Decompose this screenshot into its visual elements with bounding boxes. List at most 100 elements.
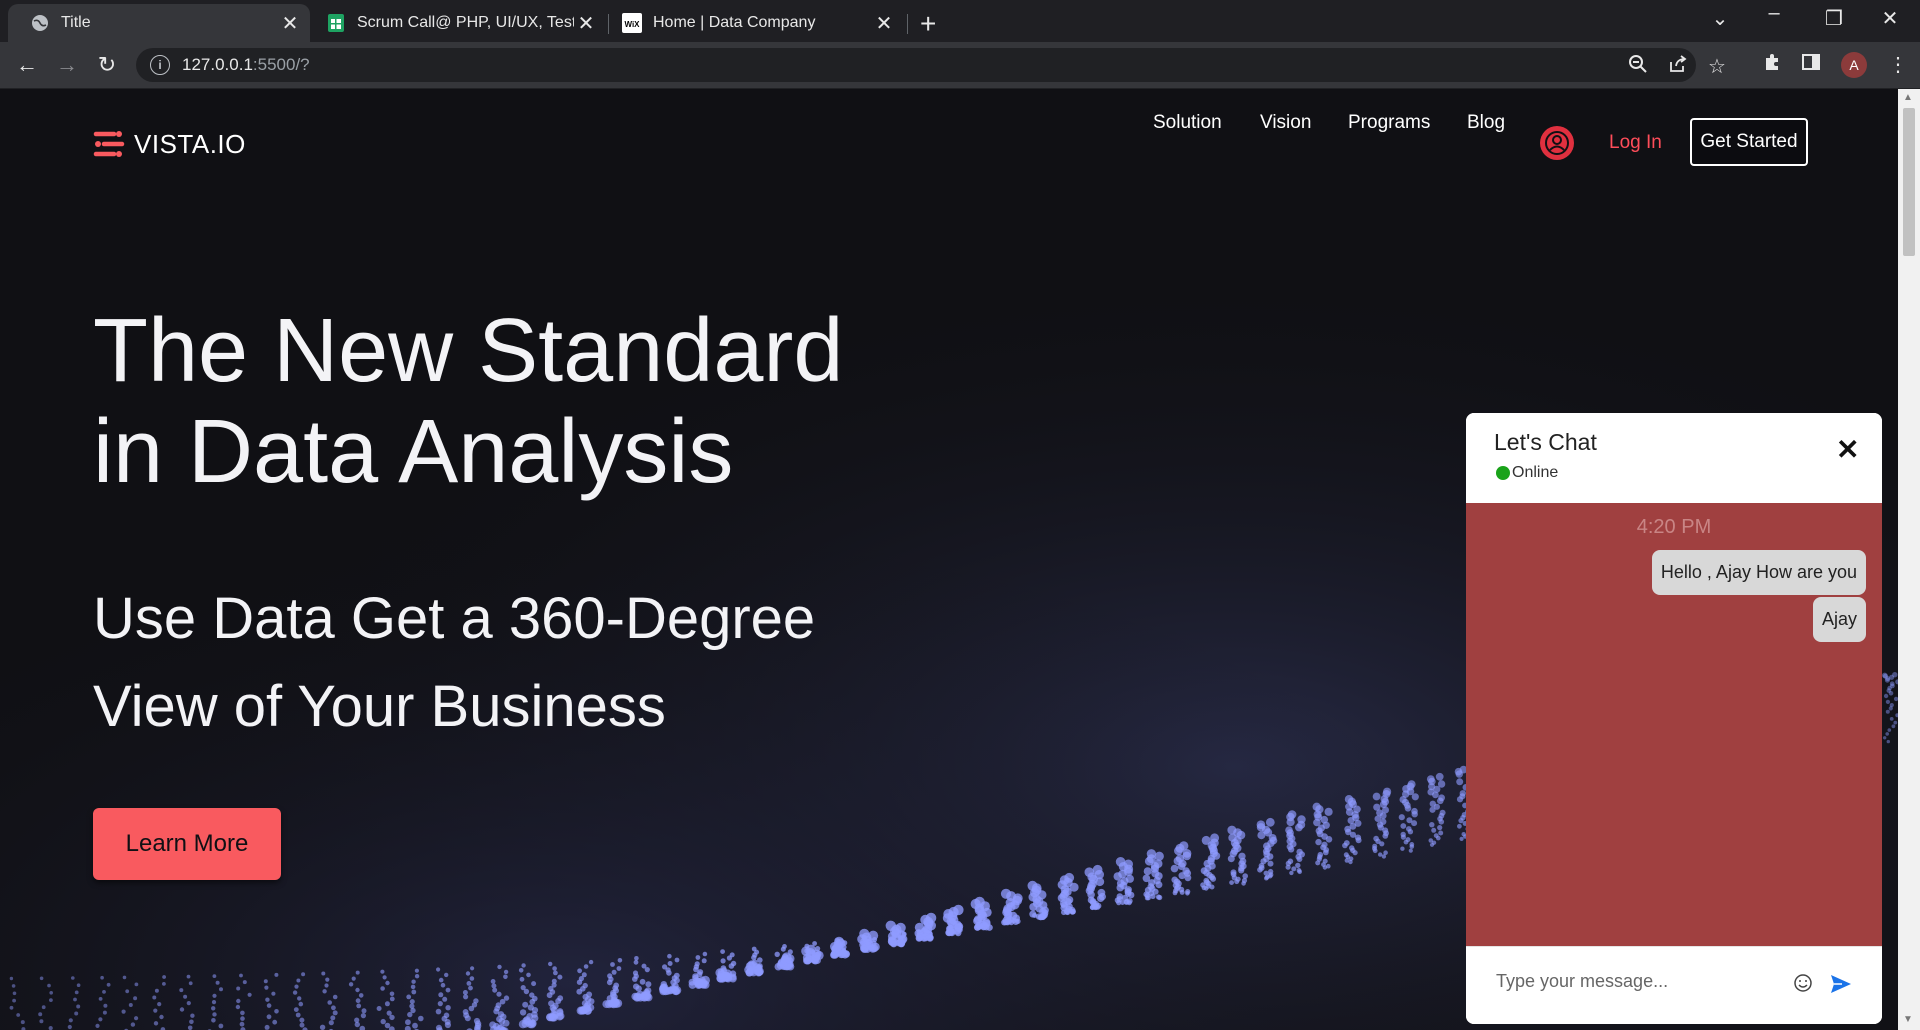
message-input[interactable]: Type your message...	[1496, 971, 1668, 992]
minimize-icon[interactable]: –	[1754, 2, 1794, 25]
chat-composer: Type your message...	[1466, 946, 1882, 1024]
profile-avatar[interactable]: A	[1841, 52, 1867, 78]
particle-dot	[464, 1015, 471, 1022]
close-window-icon[interactable]: ✕	[1870, 6, 1910, 31]
particle-dot	[1400, 831, 1406, 838]
get-started-button[interactable]: Get Started	[1690, 118, 1808, 166]
user-account-icon[interactable]	[1540, 126, 1574, 160]
particle-dot	[672, 986, 682, 995]
particle-dot	[38, 1012, 43, 1017]
particle-dot	[215, 980, 220, 985]
close-icon[interactable]: ✕	[872, 11, 896, 36]
zoom-icon[interactable]	[1628, 54, 1648, 80]
particle-dot	[1326, 863, 1331, 869]
particle-dot	[692, 977, 702, 986]
close-icon[interactable]: ✕	[278, 11, 302, 36]
svg-text:WiX: WiX	[624, 20, 640, 29]
particle-dot	[328, 1020, 334, 1026]
restore-icon[interactable]: ❐	[1814, 6, 1854, 31]
logo-mark-icon	[93, 131, 125, 157]
back-icon[interactable]: ←	[12, 52, 42, 78]
particle-dot	[444, 1021, 451, 1029]
particle-dot	[1267, 868, 1274, 875]
scrollbar-thumb[interactable]	[1903, 108, 1915, 256]
side-panel-icon[interactable]	[1801, 52, 1821, 78]
particle-dot	[1428, 838, 1434, 843]
share-icon[interactable]	[1668, 54, 1688, 80]
particle-dot	[579, 1005, 588, 1015]
site-info-icon[interactable]: i	[150, 55, 170, 75]
particle-dot	[355, 970, 360, 975]
particle-dot	[1344, 795, 1354, 804]
particle-dot	[438, 992, 444, 998]
particle-dot	[211, 1000, 217, 1005]
tab-data-company[interactable]: WiX Home | Data Company ✕	[600, 4, 904, 42]
nav-solution[interactable]: Solution	[1153, 112, 1222, 134]
particle-dot	[376, 1006, 382, 1011]
particle-dot	[74, 1011, 79, 1016]
particle-dot	[327, 1000, 333, 1005]
particle-dot	[1155, 894, 1162, 900]
particle-dot	[435, 1008, 442, 1015]
particle-dot	[531, 981, 537, 987]
reload-icon[interactable]: ↻	[92, 52, 122, 78]
hero-sub-line1: Use Data Get a 360-Degree	[93, 586, 816, 651]
emoji-icon[interactable]	[1793, 973, 1813, 998]
hero-headline-line2: in Data Analysis	[93, 402, 734, 502]
login-link[interactable]: Log In	[1609, 132, 1662, 154]
particle-dot	[1429, 822, 1435, 828]
scroll-up-arrow-icon[interactable]: ▲	[1903, 92, 1913, 103]
new-tab-button[interactable]: +	[920, 8, 936, 40]
particle-dot	[1411, 807, 1418, 815]
nav-vision[interactable]: Vision	[1260, 112, 1311, 134]
bookmark-star-icon[interactable]: ☆	[1708, 54, 1726, 79]
particle-dot	[859, 928, 870, 939]
brand-name: VISTA.IO	[134, 128, 246, 159]
particle-dot	[264, 1024, 270, 1030]
nav-programs[interactable]: Programs	[1348, 112, 1430, 134]
tab-title[interactable]: Title ✕	[8, 4, 310, 42]
send-icon[interactable]	[1830, 974, 1852, 999]
particle-dot	[1889, 717, 1894, 721]
chat-messages: 4:20 PM Hello , Ajay How are you Ajay	[1466, 503, 1882, 946]
learn-more-button[interactable]: Learn More	[93, 808, 281, 880]
particle-dot	[389, 1014, 395, 1021]
close-icon[interactable]: ✕	[1836, 433, 1859, 466]
particle-dot	[1185, 889, 1191, 895]
particle-dot	[76, 983, 81, 987]
particle-dot	[720, 949, 725, 954]
online-dot-icon	[1496, 466, 1510, 480]
particle-dot	[468, 985, 473, 991]
particle-dot	[1324, 807, 1333, 816]
hero-subheadline: Use Data Get a 360-Degree View of Your Bu…	[93, 575, 893, 751]
particle-dot	[1171, 876, 1178, 884]
particle-dot	[700, 975, 711, 986]
globe-icon	[30, 13, 50, 33]
scroll-down-arrow-icon[interactable]: ▼	[1903, 1014, 1913, 1025]
extensions-icon[interactable]	[1762, 52, 1782, 78]
forward-icon[interactable]: →	[52, 52, 82, 78]
tab-search-icon[interactable]: ⌄	[1700, 6, 1740, 31]
particle-dot	[757, 957, 763, 963]
close-icon[interactable]: ✕	[574, 11, 598, 36]
address-bar[interactable]: i 127.0.0.1:5500/? ☆	[136, 48, 1726, 82]
particle-dot	[465, 971, 471, 976]
particle-dot	[12, 998, 16, 1003]
tab-label: Home | Data Company	[653, 14, 816, 31]
particle-dot	[190, 1013, 195, 1018]
tab-scrum-call[interactable]: Scrum Call@ PHP, UI/UX, Testing ✕	[304, 4, 606, 42]
particle-dot	[1883, 736, 1887, 740]
particle-dot	[728, 963, 735, 969]
particle-dot	[125, 989, 130, 994]
particle-dot	[67, 1024, 72, 1030]
hero-headline: The New Standard in Data Analysis	[93, 301, 913, 503]
brand-logo[interactable]: VISTA.IO	[92, 127, 246, 161]
particle-dot	[1407, 780, 1416, 789]
nav-blog[interactable]: Blog	[1467, 112, 1505, 134]
particle-dot	[522, 1001, 529, 1008]
particle-dot	[1437, 780, 1446, 788]
particle-dot	[271, 991, 276, 996]
menu-kebab-icon[interactable]: ⋮	[1888, 52, 1908, 77]
particle-dot	[407, 1011, 413, 1018]
particle-dot	[412, 1022, 418, 1029]
